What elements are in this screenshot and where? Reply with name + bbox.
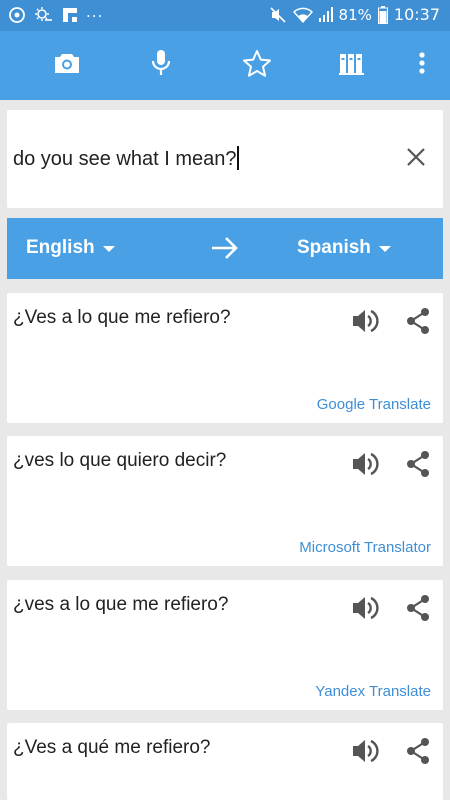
system-icons: 81% 10:37 [269, 5, 440, 24]
phrasebook-button[interactable] [322, 31, 382, 100]
share-button[interactable] [405, 594, 431, 622]
share-button[interactable] [405, 450, 431, 478]
source-text: do you see what I mean? [13, 148, 237, 170]
translation-text: ¿ves lo que quiero decir? [13, 450, 227, 471]
toolbar [0, 31, 450, 100]
battery-icon [377, 5, 388, 24]
speak-button[interactable] [351, 450, 381, 478]
input-card: do you see what I mean? [7, 110, 443, 208]
translation-text: ¿Ves a qué me refiero? [13, 737, 211, 758]
overflow-menu-icon [419, 51, 425, 80]
speaker-icon [351, 309, 381, 339]
notification-icons: ... [8, 3, 104, 24]
close-icon [406, 147, 426, 172]
flipboard-icon [62, 7, 78, 23]
speaker-icon [351, 739, 381, 769]
language-selector-bar: English Spanish [7, 218, 443, 279]
provider-link[interactable]: Yandex Translate [315, 683, 431, 700]
share-icon [405, 451, 431, 482]
signal-icon [318, 6, 333, 23]
weather-icon [34, 6, 54, 24]
target-language-dropdown[interactable]: Spanish [297, 237, 391, 259]
library-icon [339, 51, 365, 80]
voice-input-button[interactable] [131, 31, 191, 100]
wifi-icon [292, 6, 313, 24]
sync-icon [8, 6, 26, 24]
microphone-icon [150, 49, 172, 82]
camera-icon [53, 51, 81, 80]
target-language-label: Spanish [297, 237, 371, 258]
share-button[interactable] [405, 737, 431, 765]
favorites-button[interactable] [227, 31, 287, 100]
text-cursor [237, 146, 240, 170]
arrow-right-icon [210, 237, 240, 265]
share-icon [405, 595, 431, 626]
provider-link[interactable]: Microsoft Translator [299, 539, 431, 556]
translation-text: ¿ves a lo que me refiero? [13, 594, 229, 615]
source-text-input[interactable]: do you see what I mean? [13, 146, 240, 171]
share-icon [405, 738, 431, 769]
translation-text: ¿Ves a lo que me refiero? [13, 307, 231, 328]
speak-button[interactable] [351, 737, 381, 765]
share-icon [405, 308, 431, 339]
clear-input-button[interactable] [403, 146, 429, 172]
swap-languages-button[interactable] [210, 235, 240, 266]
clock: 10:37 [393, 5, 440, 24]
speaker-icon [351, 452, 381, 482]
translation-card[interactable]: ¿Ves a qué me refiero? [7, 723, 443, 800]
status-bar: ... 81% 10:37 [0, 0, 450, 31]
star-icon [242, 49, 272, 82]
speak-button[interactable] [351, 307, 381, 335]
overflow-menu-button[interactable] [392, 31, 450, 100]
translation-card[interactable]: ¿ves lo que quiero decir? Microsoft Tran… [7, 436, 443, 566]
mute-icon [269, 6, 287, 24]
more-notifications-indicator: ... [86, 3, 104, 21]
source-language-dropdown[interactable]: English [26, 237, 115, 259]
share-button[interactable] [405, 307, 431, 335]
provider-link[interactable]: Google Translate [317, 396, 431, 413]
speaker-icon [351, 596, 381, 626]
chevron-down-icon [378, 246, 391, 252]
camera-button[interactable] [37, 31, 97, 100]
source-language-label: English [26, 237, 95, 258]
speak-button[interactable] [351, 594, 381, 622]
translation-card[interactable]: ¿ves a lo que me refiero? Yandex Transla… [7, 580, 443, 710]
translation-card[interactable]: ¿Ves a lo que me refiero? Google Transla… [7, 293, 443, 423]
battery-percent: 81% [338, 5, 372, 24]
chevron-down-icon [102, 246, 115, 252]
